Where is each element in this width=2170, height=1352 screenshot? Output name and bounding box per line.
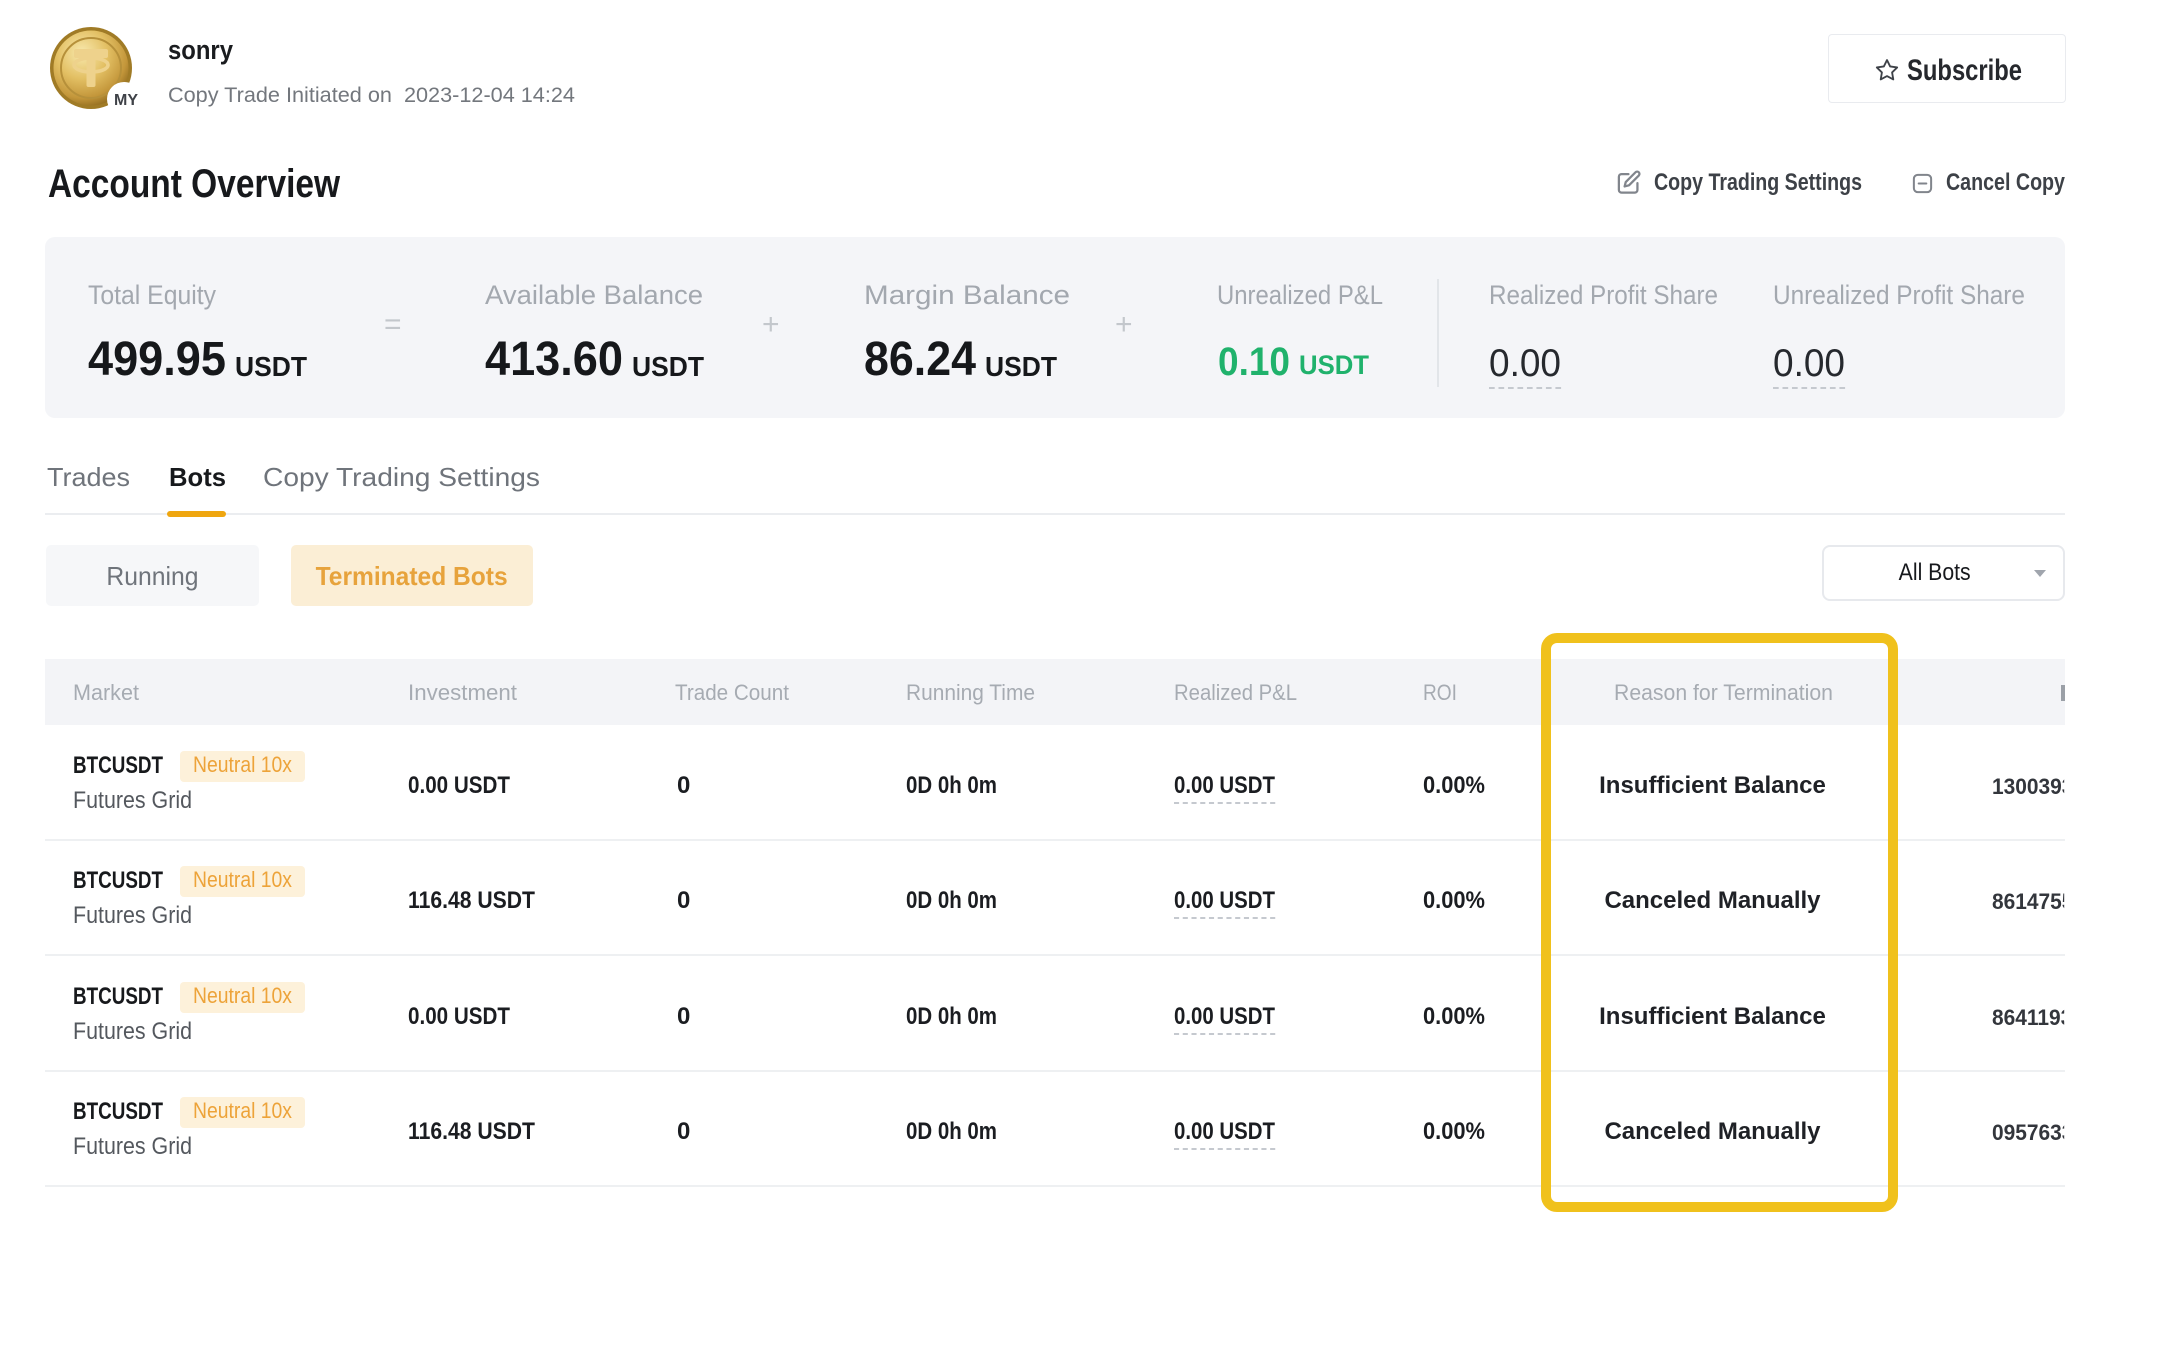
svg-text:MY: MY bbox=[114, 92, 138, 109]
